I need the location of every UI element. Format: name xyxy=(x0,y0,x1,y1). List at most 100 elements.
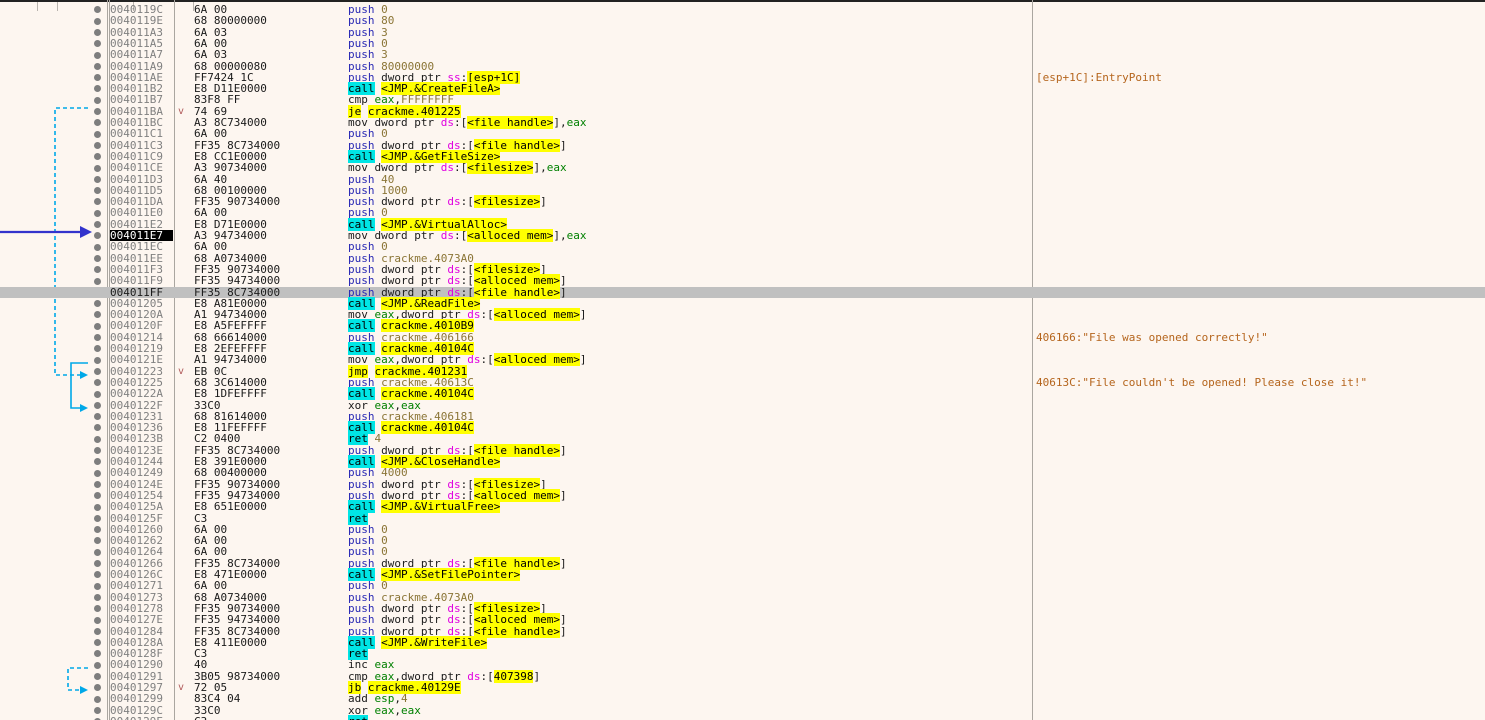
asm-token: :[ xyxy=(480,353,494,367)
disassembly-view[interactable]: 0040119C 6A 00 push 0 0040119E 68 80000000 pu… xyxy=(0,0,1485,720)
instruction-address[interactable]: 00401271 xyxy=(110,580,173,592)
instruction-address[interactable]: 004011E0 xyxy=(110,207,173,219)
instruction-address[interactable]: 0040129E xyxy=(110,716,173,720)
asm-token: ds xyxy=(440,116,454,129)
instruction-bytes[interactable]: E8 1DFEFFFF xyxy=(194,388,267,400)
table-row[interactable]: 0040122A E8 1DFEFFFF call crackme.40104C xyxy=(0,387,1485,401)
instruction-address[interactable]: 004011EC xyxy=(110,241,173,253)
asm-token: <file handle> xyxy=(473,285,560,299)
instruction-disassembly[interactable]: ret xyxy=(348,714,368,720)
instruction-address[interactable]: 0040125A xyxy=(110,501,173,513)
table-row[interactable]: 0040128A E8 411E0000 call <JMP.&WriteFile> xyxy=(0,635,1485,649)
table-row[interactable]: 0040120F E8 A5FEFFFF call crackme.4010B9 xyxy=(0,319,1485,333)
asm-token: ] xyxy=(579,353,587,367)
table-row[interactable]: 004011E0 6A 00 push 0 xyxy=(0,207,1485,219)
instruction-bytes[interactable]: E8 A5FEFFFF xyxy=(194,320,267,332)
instruction-address[interactable]: 004011F9 xyxy=(110,275,173,287)
table-row[interactable]: 0040119E 68 80000000 push 80 xyxy=(0,15,1485,27)
asm-token: <file handle> xyxy=(467,116,554,129)
instruction-comment[interactable]: 40613C:"File couldn't be opened! Please … xyxy=(1036,377,1367,389)
instruction-bytes[interactable]: C3 xyxy=(194,716,207,720)
instruction-bytes[interactable]: 6A 03 xyxy=(194,49,227,61)
instruction-bytes[interactable]: 68 00400000 xyxy=(194,467,267,479)
asm-token: , xyxy=(394,703,401,717)
instruction-address[interactable]: 004011A7 xyxy=(110,49,173,61)
instruction-address[interactable]: 004011C1 xyxy=(110,128,173,140)
instruction-address[interactable]: 004011CE xyxy=(110,162,173,174)
asm-token: ], xyxy=(553,116,567,129)
instruction-address[interactable]: 00401264 xyxy=(110,546,173,558)
table-row[interactable]: 0040125A E8 651E0000 call <JMP.&VirtualFre… xyxy=(0,500,1485,514)
asm-token: ], xyxy=(553,229,567,242)
instruction-address[interactable]: 00401290 xyxy=(110,659,173,671)
instruction-comment[interactable]: [esp+1C]:EntryPoint xyxy=(1036,71,1162,83)
table-row[interactable]: 0040127E FF35 94734000 push dword ptr ds:[… xyxy=(0,613,1485,627)
asm-token: ds xyxy=(440,229,454,242)
asm-token: eax xyxy=(374,703,395,717)
asm-token: ] xyxy=(540,195,547,209)
instruction-disassembly[interactable]: call <JMP.&VirtualFree> xyxy=(348,500,501,514)
instruction-bytes[interactable]: FF35 94734000 xyxy=(194,614,280,626)
table-row[interactable]: 0040128F C3 ret xyxy=(0,647,1485,661)
instruction-disassembly[interactable]: push 0 xyxy=(348,207,388,218)
table-row[interactable]: 00401271 6A 00 push 0 xyxy=(0,580,1485,592)
asm-token: eax xyxy=(566,229,587,242)
table-row[interactable]: 0040121E A1 94734000 mov eax,dword ptr ds:… xyxy=(0,353,1485,367)
asm-token: :[ xyxy=(480,308,494,322)
asm-token: <alloced mem> xyxy=(493,308,580,322)
instruction-bytes[interactable]: 6A 00 xyxy=(194,580,227,592)
asm-token: ds xyxy=(467,669,481,683)
asm-token: ret xyxy=(348,714,368,720)
table-row[interactable]: 004011B7 83F8 FF cmp eax,FFFFFFFF xyxy=(0,94,1485,106)
table-row[interactable]: 004011C1 6A 00 push 0 xyxy=(0,128,1485,140)
instruction-address[interactable]: 0040122A xyxy=(110,388,173,400)
asm-token: ds xyxy=(447,195,461,209)
jump-direction-chevron-icon: v xyxy=(178,682,185,693)
instruction-address[interactable]: 0040127E xyxy=(110,614,173,626)
instruction-address[interactable]: 00401249 xyxy=(110,467,173,479)
table-row[interactable]: 004011F9 FF35 94734000 push dword ptr ds:[… xyxy=(0,274,1485,288)
instruction-row-list[interactable]: 0040119C 6A 00 push 0 0040119E 68 80000000 pu… xyxy=(0,0,1485,720)
instruction-disassembly[interactable]: cmp eax,FFFFFFFF xyxy=(348,94,454,105)
instruction-bytes[interactable]: 6A 00 xyxy=(194,128,227,140)
instruction-bytes[interactable]: 40 xyxy=(194,659,207,671)
instruction-address[interactable]: 004011B7 xyxy=(110,94,173,106)
table-row[interactable]: 004011A7 6A 03 push 3 xyxy=(0,49,1485,61)
table-row[interactable]: 0040129C 33C0 xor eax,eax xyxy=(0,703,1485,717)
instruction-bytes[interactable]: A1 94734000 xyxy=(194,354,267,366)
instruction-bytes[interactable]: 6A 00 xyxy=(194,241,227,253)
table-row[interactable]: 0040123B C2 0400 ret 4 xyxy=(0,432,1485,446)
instruction-disassembly[interactable]: mov eax,dword ptr ds:[<alloced mem>] xyxy=(348,353,587,367)
asm-token: <JMP.&SetFilePointer> xyxy=(381,568,521,581)
asm-token: ] xyxy=(533,669,541,683)
instruction-disassembly[interactable]: call <JMP.&WriteFile> xyxy=(348,635,488,649)
instruction-bytes[interactable]: E8 651E0000 xyxy=(194,501,267,513)
table-row[interactable]: 0040129E C3 ret xyxy=(0,714,1485,720)
instruction-bytes[interactable]: 68 80000000 xyxy=(194,15,267,27)
instruction-bytes[interactable]: 6A 00 xyxy=(194,546,227,558)
asm-token: ds xyxy=(467,353,481,367)
table-row[interactable]: 00401290 40 inc eax xyxy=(0,659,1485,671)
instruction-comment[interactable]: 406166:"File was opened correctly!" xyxy=(1036,331,1268,343)
instruction-bytes[interactable]: C2 0400 xyxy=(194,433,240,445)
jump-direction-chevron-icon: v xyxy=(178,365,185,377)
asm-token: :[ xyxy=(460,195,474,209)
instruction-bytes[interactable]: A3 90734000 xyxy=(194,162,267,174)
instruction-bytes[interactable]: FF35 94734000 xyxy=(194,275,280,287)
instruction-address[interactable]: 0040123B xyxy=(110,433,173,445)
instruction-bytes[interactable]: 6A 00 xyxy=(194,207,227,219)
table-row[interactable]: 004011EC 6A 00 push 0 xyxy=(0,241,1485,253)
table-row[interactable]: 00401249 68 00400000 push 4000 xyxy=(0,467,1485,479)
instruction-bytes[interactable]: 83C4 04 xyxy=(194,693,240,705)
asm-token: eax xyxy=(546,161,567,175)
table-row[interactable]: 00401299 83C4 04 add esp,4 xyxy=(0,693,1485,705)
table-row[interactable]: 004011CE A3 90734000 mov dword ptr ds:[<fi… xyxy=(0,161,1485,175)
instruction-address[interactable]: 0040119E xyxy=(110,15,173,27)
asm-token: ] xyxy=(559,556,567,570)
instruction-address[interactable]: 0040121E xyxy=(110,354,173,366)
instruction-address[interactable]: 0040120F xyxy=(110,320,173,332)
instruction-address[interactable]: 00401299 xyxy=(110,693,173,705)
table-row[interactable]: 00401264 6A 00 push 0 xyxy=(0,546,1485,558)
asm-token: eax xyxy=(566,116,587,129)
instruction-bytes[interactable]: 83F8 FF xyxy=(194,94,240,106)
